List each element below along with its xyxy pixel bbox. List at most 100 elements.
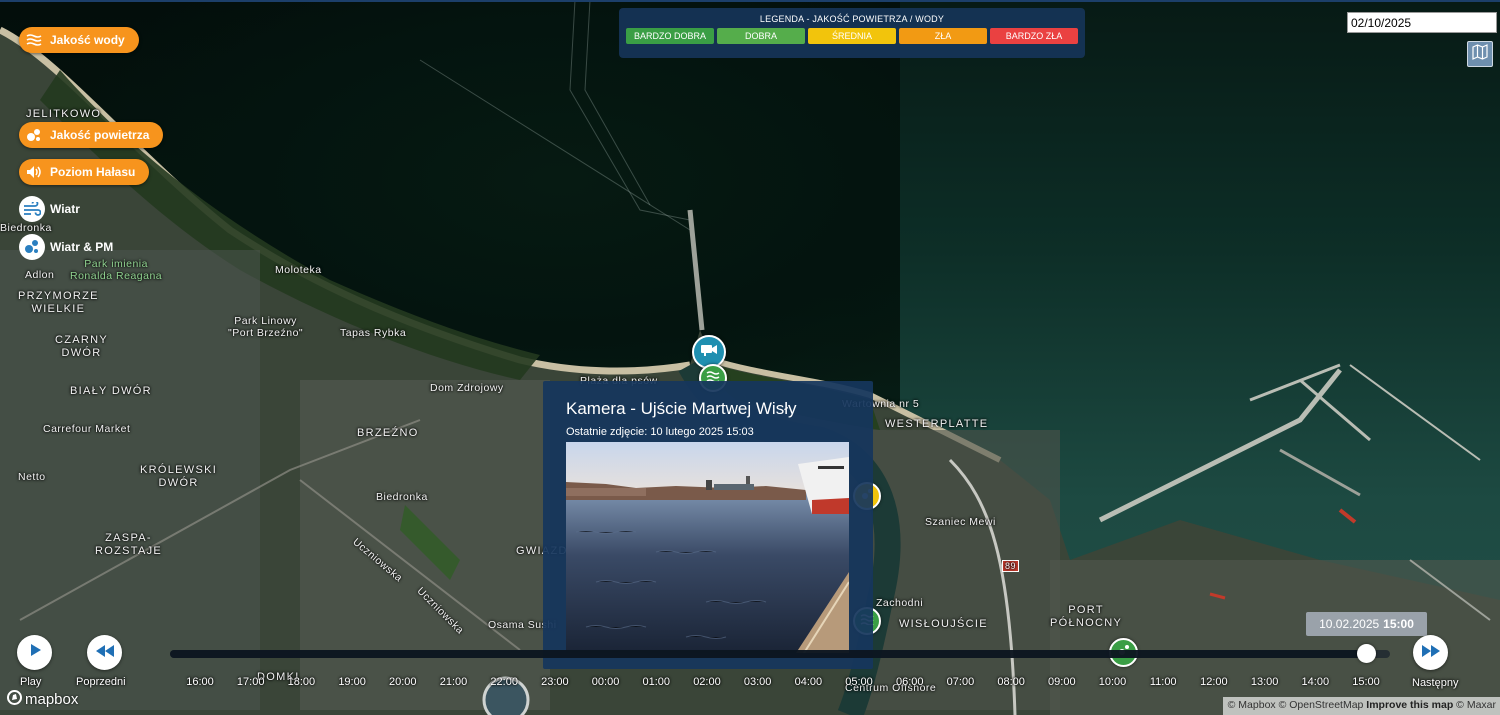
map-label-czarny-dwor: CZARNY DWÓR: [55, 334, 109, 359]
timeline-hour-label: 09:00: [1048, 676, 1076, 688]
next-button[interactable]: [1413, 635, 1448, 670]
fast-forward-icon: [1421, 644, 1440, 662]
next-label: Następny: [1412, 677, 1459, 689]
play-icon: [28, 643, 42, 662]
wind-label: Wiatr: [50, 202, 80, 216]
tooltip-date: 10.02.2025: [1319, 617, 1380, 631]
map-label-zachodni: Zachodni: [876, 597, 924, 609]
previous-label: Poprzedni: [76, 676, 126, 688]
water-quality-layer-button[interactable]: Jakość wody: [19, 27, 139, 53]
map-label-adlon: Adlon: [25, 269, 55, 281]
timeline-hour-label: 08:00: [997, 676, 1025, 688]
timeline-hour-label: 19:00: [338, 676, 366, 688]
play-button[interactable]: [17, 635, 52, 670]
attribution-mapbox-link[interactable]: © Mapbox: [1228, 699, 1276, 711]
popup-title: Kamera - Ujście Martwej Wisły: [566, 399, 797, 418]
map-label-biedronka: Biedronka: [0, 222, 52, 234]
particles-icon: [25, 126, 43, 144]
map-label-przymorze: PRZYMORZE WIELKIE: [18, 290, 99, 315]
legend-item: DOBRA: [717, 28, 805, 44]
rewind-icon: [95, 644, 114, 662]
speaker-icon: [25, 163, 43, 181]
map-label-moloteka: Moloteka: [275, 264, 322, 276]
timeline-hour-label: 10:00: [1098, 676, 1127, 688]
noise-level-label: Poziom Hałasu: [50, 165, 136, 179]
map-label-carrefour: Carrefour Market: [43, 423, 131, 435]
map-label-tapas: Tapas Rybka: [340, 327, 407, 339]
timeline-hour-label: 17:00: [236, 676, 265, 688]
air-quality-layer-button[interactable]: Jakość powietrza: [19, 122, 164, 148]
air-quality-label: Jakość powietrza: [50, 128, 150, 142]
timeline-tooltip: 10.02.2025 15:00: [1306, 612, 1427, 636]
legend-items: BARDZO DOBRA DOBRA ŚREDNIA ZŁA BARDZO ZŁA: [619, 28, 1085, 44]
camera-photo[interactable]: [566, 442, 849, 653]
timeline-handle[interactable]: [1357, 644, 1376, 663]
timeline-hour-label: 05:00: [845, 676, 873, 688]
mapbox-logo[interactable]: mapbox: [7, 690, 78, 709]
timeline-hour-label: 16:00: [186, 676, 214, 688]
timeline-progress: [170, 650, 1366, 658]
wind-layer-button[interactable]: Wiatr: [19, 196, 94, 222]
timeline-hour-label: 01:00: [642, 676, 671, 688]
map-attribution: © Mapbox © OpenStreetMap Improve this ma…: [1222, 697, 1500, 715]
legend-panel: LEGENDA - JAKOŚĆ POWIETRZA / WODY BARDZO…: [619, 8, 1085, 58]
map-label-bialy-dwor: BIAŁY DWÓR: [70, 385, 152, 397]
timeline-hour-label: 18:00: [287, 676, 316, 688]
previous-button[interactable]: [87, 635, 122, 670]
timeline-hour-label: 20:00: [389, 676, 417, 688]
road-badge-89: 89: [1002, 560, 1020, 572]
map-label-port-polnocny: PORT PÓŁNOCNY: [1050, 604, 1123, 629]
map-icon: [1472, 43, 1488, 65]
wind-pm-icon: [19, 234, 45, 260]
map-label-krolewski-dwor: KRÓLEWSKI DWÓR: [140, 464, 218, 489]
attribution-maxar-link[interactable]: © Maxar: [1456, 699, 1496, 711]
wind-pm-layer-button[interactable]: Wiatr & PM: [19, 234, 127, 260]
map-label-park-linowy: Park Linowy "Port Brzeźno": [228, 315, 304, 339]
noise-level-layer-button[interactable]: Poziom Hałasu: [19, 159, 150, 185]
map-label-biedronka2: Biedronka: [376, 491, 428, 503]
map-style-toggle-button[interactable]: [1467, 41, 1493, 67]
camera-popup: Kamera - Ujście Martwej Wisły Ostatnie z…: [543, 381, 873, 669]
timeline-hour-label: 21:00: [439, 676, 468, 688]
timeline-hour-label: 06:00: [895, 676, 924, 688]
timeline-hour-label: 12:00: [1200, 676, 1228, 688]
timeline-hour-label: 04:00: [794, 676, 823, 688]
map-label-zaspa: ZASPA- ROZSTAJE: [95, 532, 163, 557]
timeline-hour-label: 02:00: [693, 676, 721, 688]
map-label-westerplatte: WESTERPLATTE: [885, 418, 989, 430]
play-label: Play: [20, 676, 42, 688]
popup-last-photo: Ostatnie zdjęcie: 10 lutego 2025 15:03: [566, 426, 754, 438]
map-label-wisloujscie: WISŁOUJŚCIE: [899, 618, 988, 630]
timeline-hour-label: 23:00: [541, 676, 569, 688]
camera-icon: [700, 343, 718, 362]
legend-item: ZŁA: [899, 28, 987, 44]
mapbox-icon: [7, 690, 22, 709]
attribution-osm-link[interactable]: © OpenStreetMap: [1279, 699, 1364, 711]
legend-item: BARDZO ZŁA: [990, 28, 1078, 44]
mapbox-logo-text: mapbox: [25, 691, 79, 708]
improve-map-link[interactable]: Improve this map: [1366, 699, 1453, 711]
timeline-hour-label: 13:00: [1250, 676, 1279, 688]
map-label-netto: Netto: [18, 471, 46, 483]
tooltip-time: 15:00: [1383, 617, 1414, 631]
wind-icon: [19, 196, 45, 222]
timeline-hour-label: 22:00: [490, 676, 518, 688]
timeline-hour-label: 07:00: [946, 676, 975, 688]
timeline-hour-label: 00:00: [591, 676, 620, 688]
map-label-jelitkowo: JELITKOWO: [26, 108, 102, 120]
date-input[interactable]: [1347, 12, 1497, 33]
timeline-hour-label: 03:00: [743, 676, 772, 688]
map-label-szaniec: Szaniec Mewi: [925, 516, 996, 528]
top-border: [0, 0, 1500, 2]
legend-item: BARDZO DOBRA: [626, 28, 714, 44]
legend-item: ŚREDNIA: [808, 28, 896, 44]
map-label-park-reagana: Park imienia Ronalda Reagana: [70, 258, 163, 282]
waves-icon: [25, 31, 43, 49]
timeline-hour-label: 11:00: [1149, 676, 1177, 688]
map-label-brzezno: BRZEŹNO: [357, 427, 419, 439]
water-quality-label: Jakość wody: [50, 33, 125, 47]
legend-title: LEGENDA - JAKOŚĆ POWIETRZA / WODY: [759, 14, 945, 24]
timeline-hour-label: 14:00: [1301, 676, 1330, 688]
wind-pm-label: Wiatr & PM: [50, 240, 114, 254]
map-label-dom-zdrojowy: Dom Zdrojowy: [430, 382, 504, 394]
